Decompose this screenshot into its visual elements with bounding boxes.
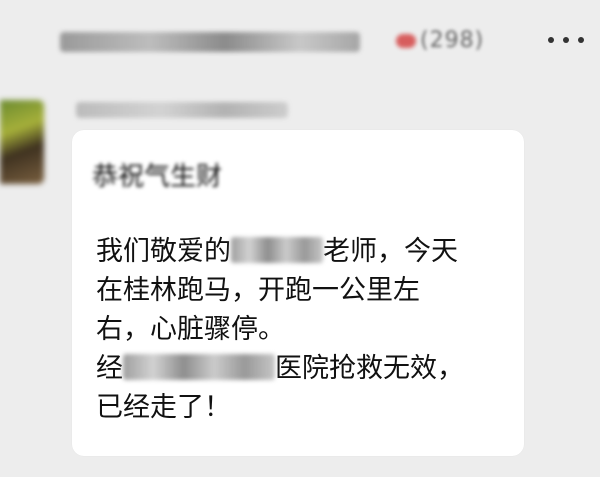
message-fragment: 老师，今天 xyxy=(323,236,458,267)
message-fragment: 经 xyxy=(96,353,123,384)
group-name-redacted xyxy=(60,32,360,52)
message-fragment: 医院抢救无效， xyxy=(275,353,464,384)
chat-header: (298) xyxy=(0,0,600,82)
redacted-hospital-name xyxy=(123,353,275,380)
message-line: 我们敬爱的 老师，今天 xyxy=(96,232,516,271)
more-options-icon[interactable] xyxy=(548,30,584,50)
message-text: 我们敬爱的 老师，今天 在桂林跑马，开跑一公里左 右，心脏骤停。 经 医院抢救无效，… xyxy=(96,232,516,427)
message-line: 在桂林跑马，开跑一公里左 xyxy=(96,275,420,306)
member-count: (298) xyxy=(420,28,485,53)
message-fragment: 我们敬爱的 xyxy=(96,236,231,267)
message-line: 右，心脏骤停。 xyxy=(96,314,285,345)
quoted-text: 恭祝气生财 xyxy=(92,162,223,192)
unread-indicator xyxy=(396,34,416,48)
sender-name-redacted xyxy=(76,102,288,118)
message-line: 经 医院抢救无效， xyxy=(96,349,516,388)
message-line: 已经走了！ xyxy=(96,392,231,423)
sender-avatar[interactable] xyxy=(0,100,44,184)
redacted-name xyxy=(231,236,323,263)
